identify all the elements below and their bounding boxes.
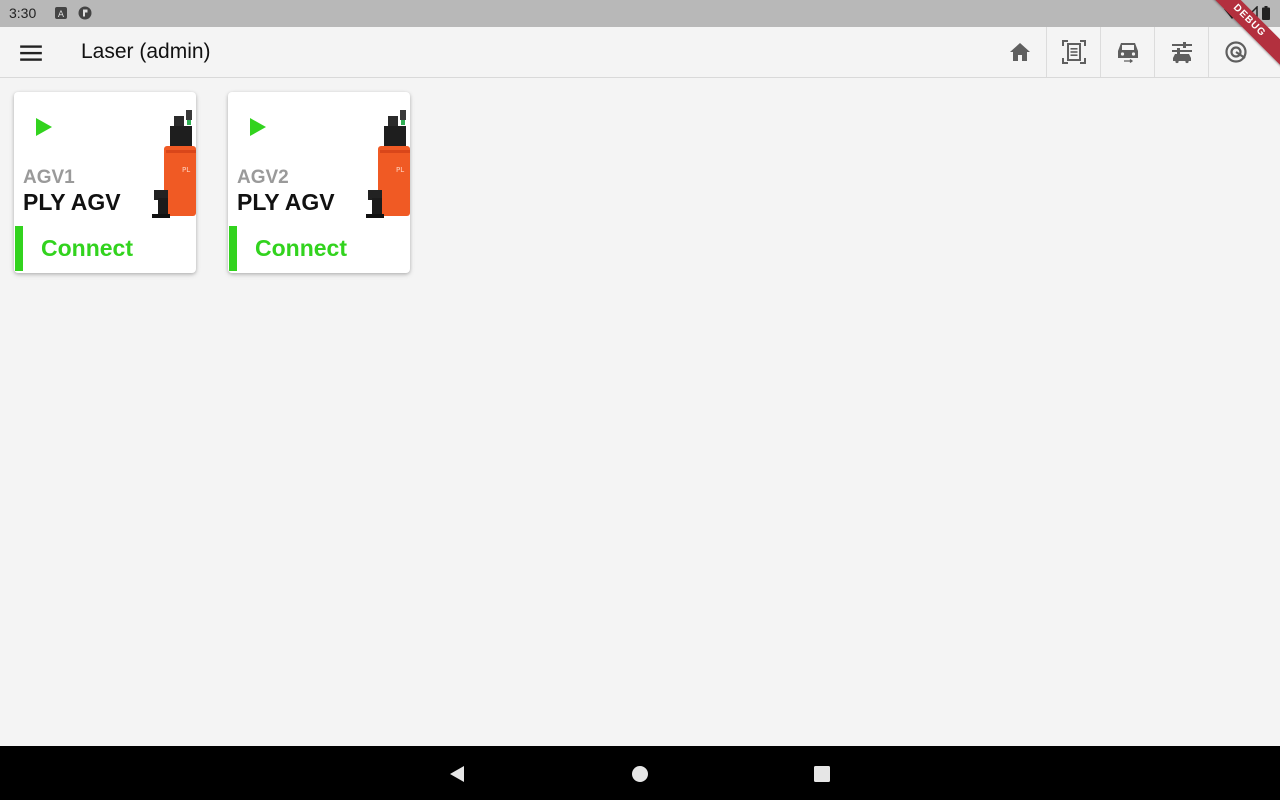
recents-icon[interactable] (812, 764, 832, 784)
home-nav-icon[interactable] (630, 764, 650, 784)
tune-vehicle-icon (1171, 42, 1192, 64)
home-button[interactable] (993, 27, 1046, 77)
agv-robot-image: PL (366, 110, 410, 218)
vehicle-icon (1117, 43, 1138, 64)
toolbar-actions (993, 27, 1262, 77)
agv-name: PLY AGV (237, 189, 335, 215)
menu-icon[interactable] (18, 40, 44, 66)
page-title: Laser (admin) (81, 40, 211, 63)
svg-text:PL: PL (396, 166, 404, 174)
tune-vehicle-button[interactable] (1154, 27, 1208, 77)
svg-text:PL: PL (182, 166, 190, 174)
back-icon[interactable] (447, 764, 467, 784)
connect-button[interactable]: Connect (255, 235, 347, 262)
document-scan-icon (1061, 40, 1086, 64)
connect-button[interactable]: Connect (41, 235, 133, 262)
app-bar: Laser (admin) (0, 27, 1280, 78)
agv-robot-image: PL (152, 110, 196, 218)
status-time: 3:30 (9, 5, 37, 21)
target-icon (1224, 41, 1247, 63)
battery-icon (1262, 6, 1270, 20)
agv-id: AGV2 (237, 167, 289, 188)
status-indicator-bar (15, 226, 23, 271)
agv-card[interactable]: AGV2 PLY AGV Connect PL (228, 92, 410, 273)
home-icon (1009, 43, 1030, 61)
play-icon[interactable] (247, 116, 269, 138)
system-nav-bar (0, 746, 1280, 800)
agv-id: AGV1 (23, 167, 75, 188)
agv-name: PLY AGV (23, 189, 121, 215)
notification-app-icon (78, 6, 92, 20)
notification-a-icon: A (55, 7, 67, 20)
vehicle-button[interactable] (1100, 27, 1154, 77)
document-scan-button[interactable] (1046, 27, 1100, 77)
status-bar: 3:30 A (0, 0, 1280, 27)
status-indicator-bar (229, 226, 237, 271)
play-icon[interactable] (33, 116, 55, 138)
svg-text:A: A (58, 10, 65, 20)
agv-card[interactable]: AGV1 PLY AGV Connect PL (14, 92, 196, 273)
